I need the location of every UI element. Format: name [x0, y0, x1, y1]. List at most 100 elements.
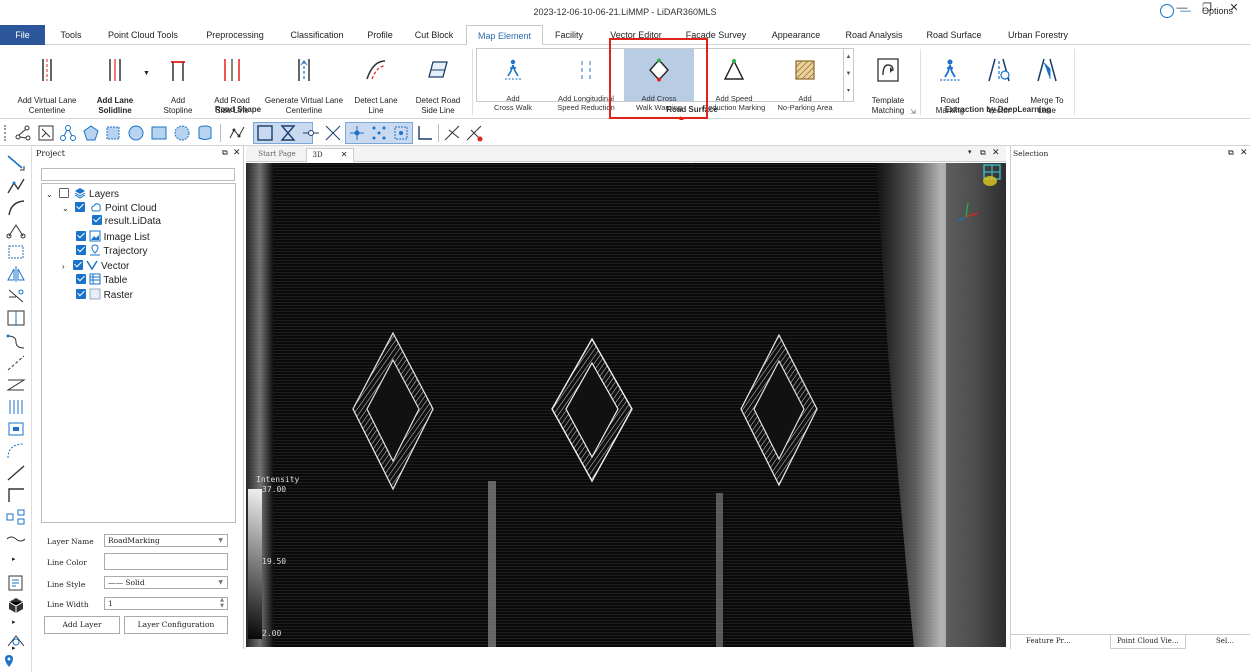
node-graph-icon[interactable]: [14, 124, 32, 142]
measure-icon[interactable]: [6, 632, 26, 650]
point-cloud-checkbox[interactable]: [75, 202, 86, 212]
result-lidata-checkbox[interactable]: [92, 215, 102, 225]
add-road-side-line-button[interactable]: Add Road Side Line: [204, 47, 260, 115]
network-icon[interactable]: [59, 124, 77, 142]
vertex-grid-icon[interactable]: [370, 124, 388, 142]
line-width-stepper[interactable]: 1 ▲ ▼: [104, 597, 228, 610]
close-tab-icon[interactable]: ✕: [341, 150, 348, 159]
tab-point-cloud-tools[interactable]: Point Cloud Tools: [100, 25, 186, 45]
tree-node-trajectory[interactable]: Trajectory: [76, 244, 147, 258]
float-panel-icon[interactable]: ⧉: [222, 148, 228, 158]
hierarchy-icon[interactable]: [6, 508, 26, 526]
tab-road-analysis[interactable]: Road Analysis: [840, 25, 908, 45]
split-area-icon[interactable]: [6, 309, 26, 327]
cut-icon[interactable]: [6, 287, 26, 305]
tab-point-cloud-view[interactable]: Point Cloud Vie…: [1110, 635, 1186, 649]
tab-urban-forestry[interactable]: Urban Forestry: [1000, 25, 1076, 45]
curve-fit-icon[interactable]: [6, 442, 26, 460]
corner-icon[interactable]: [6, 486, 26, 504]
expand-arrow-icon[interactable]: ▸: [12, 618, 16, 626]
road-vector-button[interactable]: Road Vector: [976, 47, 1022, 115]
detect-lane-line-button[interactable]: Detect Lane Line: [348, 47, 404, 115]
rectangle-select-icon[interactable]: [104, 124, 122, 142]
expand-arrow-icon[interactable]: ▸: [12, 644, 16, 652]
zigzag-icon[interactable]: [6, 376, 26, 394]
mirror-icon[interactable]: [6, 265, 26, 283]
collapse-arrow-icon[interactable]: ⌄: [62, 204, 69, 213]
stepper-arrows-icon[interactable]: ▲ ▼: [220, 597, 224, 609]
tab-preprocessing[interactable]: Preprocessing: [196, 25, 274, 45]
parallel-lines-icon[interactable]: [6, 398, 26, 416]
expand-arrow-icon[interactable]: ▸: [12, 555, 16, 563]
extend-icon[interactable]: [6, 354, 26, 372]
tab-start-page[interactable]: Start Page: [252, 148, 302, 162]
close-panel-icon[interactable]: ✕: [233, 147, 241, 158]
tree-node-result-lidata[interactable]: result.LiData: [92, 215, 161, 229]
split-line-icon[interactable]: [443, 124, 461, 142]
dialog-launcher-icon[interactable]: ⇲: [910, 108, 916, 116]
maximize-button[interactable]: ❐: [1197, 0, 1217, 16]
location-pin-icon[interactable]: [4, 654, 14, 668]
add-virtual-lane-centerline-button[interactable]: Add Virtual Lane Centerline: [8, 47, 86, 115]
collapse-arrow-icon[interactable]: ⌄: [46, 190, 53, 199]
detect-road-side-line-button[interactable]: Detect Road Side Line: [408, 47, 468, 115]
template-matching-button[interactable]: Template Matching: [862, 47, 914, 115]
vector-checkbox[interactable]: [73, 260, 84, 270]
tab-file[interactable]: File: [0, 25, 45, 45]
cube-icon[interactable]: [6, 596, 26, 614]
line-node-icon[interactable]: [302, 124, 320, 142]
tree-node-raster[interactable]: Raster: [76, 288, 133, 302]
polygon-icon[interactable]: [82, 124, 100, 142]
square-tool-icon[interactable]: [256, 124, 274, 142]
close-panel-icon[interactable]: ✕: [1240, 147, 1248, 158]
road-marking-button[interactable]: Road Marking: [926, 47, 974, 115]
add-no-parking-area-button[interactable]: Add No-Parking Area: [772, 49, 838, 112]
image-list-checkbox[interactable]: [76, 231, 86, 241]
project-search-input[interactable]: [41, 168, 235, 181]
right-angle-icon[interactable]: [416, 124, 434, 142]
merge-to-lane-button[interactable]: Merge To Lane: [1024, 47, 1070, 115]
delete-line-icon[interactable]: [465, 124, 483, 142]
tab-tools[interactable]: Tools: [50, 25, 92, 45]
tab-feature-properties[interactable]: Feature Pr…: [1026, 637, 1071, 645]
tree-node-point-cloud[interactable]: ⌄ Point Cloud: [62, 201, 157, 215]
close-view-icon[interactable]: ✕: [992, 147, 1000, 158]
tree-node-vector[interactable]: › Vector: [62, 259, 129, 273]
close-button[interactable]: ✕: [1224, 0, 1244, 16]
rectangle-icon[interactable]: [150, 124, 168, 142]
add-speed-reduction-marking-button[interactable]: Add Speed Reduction Marking: [698, 49, 770, 112]
tab-appearance[interactable]: Appearance: [763, 25, 829, 45]
trajectory-checkbox[interactable]: [76, 245, 86, 255]
tab-road-surface[interactable]: Road Surface: [920, 25, 988, 45]
add-cross-walk-button[interactable]: Add Cross Walk: [480, 49, 546, 112]
float-panel-icon[interactable]: ⧉: [1228, 148, 1234, 158]
tab-cut-block[interactable]: Cut Block: [407, 25, 461, 45]
draw-line-icon[interactable]: [6, 154, 26, 172]
polyline-icon[interactable]: [6, 177, 26, 195]
arc-icon[interactable]: [6, 199, 26, 217]
add-stopline-button[interactable]: Add Stopline: [156, 47, 200, 115]
path-edit-icon[interactable]: [228, 124, 246, 142]
circle-icon[interactable]: [127, 124, 145, 142]
tree-node-image-list[interactable]: Image List: [76, 230, 150, 244]
raster-checkbox[interactable]: [76, 289, 86, 299]
vertex-move-icon[interactable]: [348, 124, 366, 142]
table-checkbox[interactable]: [76, 274, 86, 284]
gallery-scroll[interactable]: ▲ ▼ ▾: [843, 49, 853, 101]
add-layer-button[interactable]: Add Layer: [44, 616, 120, 634]
tab-profile[interactable]: Profile: [358, 25, 402, 45]
float-view-icon[interactable]: ⧉: [980, 148, 986, 158]
cylinder-icon[interactable]: [196, 124, 214, 142]
point-cloud-3d-view[interactable]: Intensity 37.00 19.50 2.00: [246, 163, 1006, 647]
curve-icon[interactable]: [6, 332, 26, 350]
expand-icon[interactable]: [6, 243, 26, 261]
generate-virtual-lane-centerline-button[interactable]: Generate Virtual Lane Centerline: [262, 47, 346, 115]
tab-classification[interactable]: Classification: [280, 25, 354, 45]
line-style-select[interactable]: —— Solid ▼: [104, 576, 228, 589]
minimize-button[interactable]: —: [1172, 0, 1192, 16]
hourglass-tool-icon[interactable]: [279, 124, 297, 142]
vertex-edit-icon[interactable]: [6, 221, 26, 239]
tab-map-element[interactable]: Map Element: [466, 25, 543, 46]
tab-menu-icon[interactable]: ▾: [968, 148, 972, 156]
line-color-swatch[interactable]: [104, 553, 228, 570]
